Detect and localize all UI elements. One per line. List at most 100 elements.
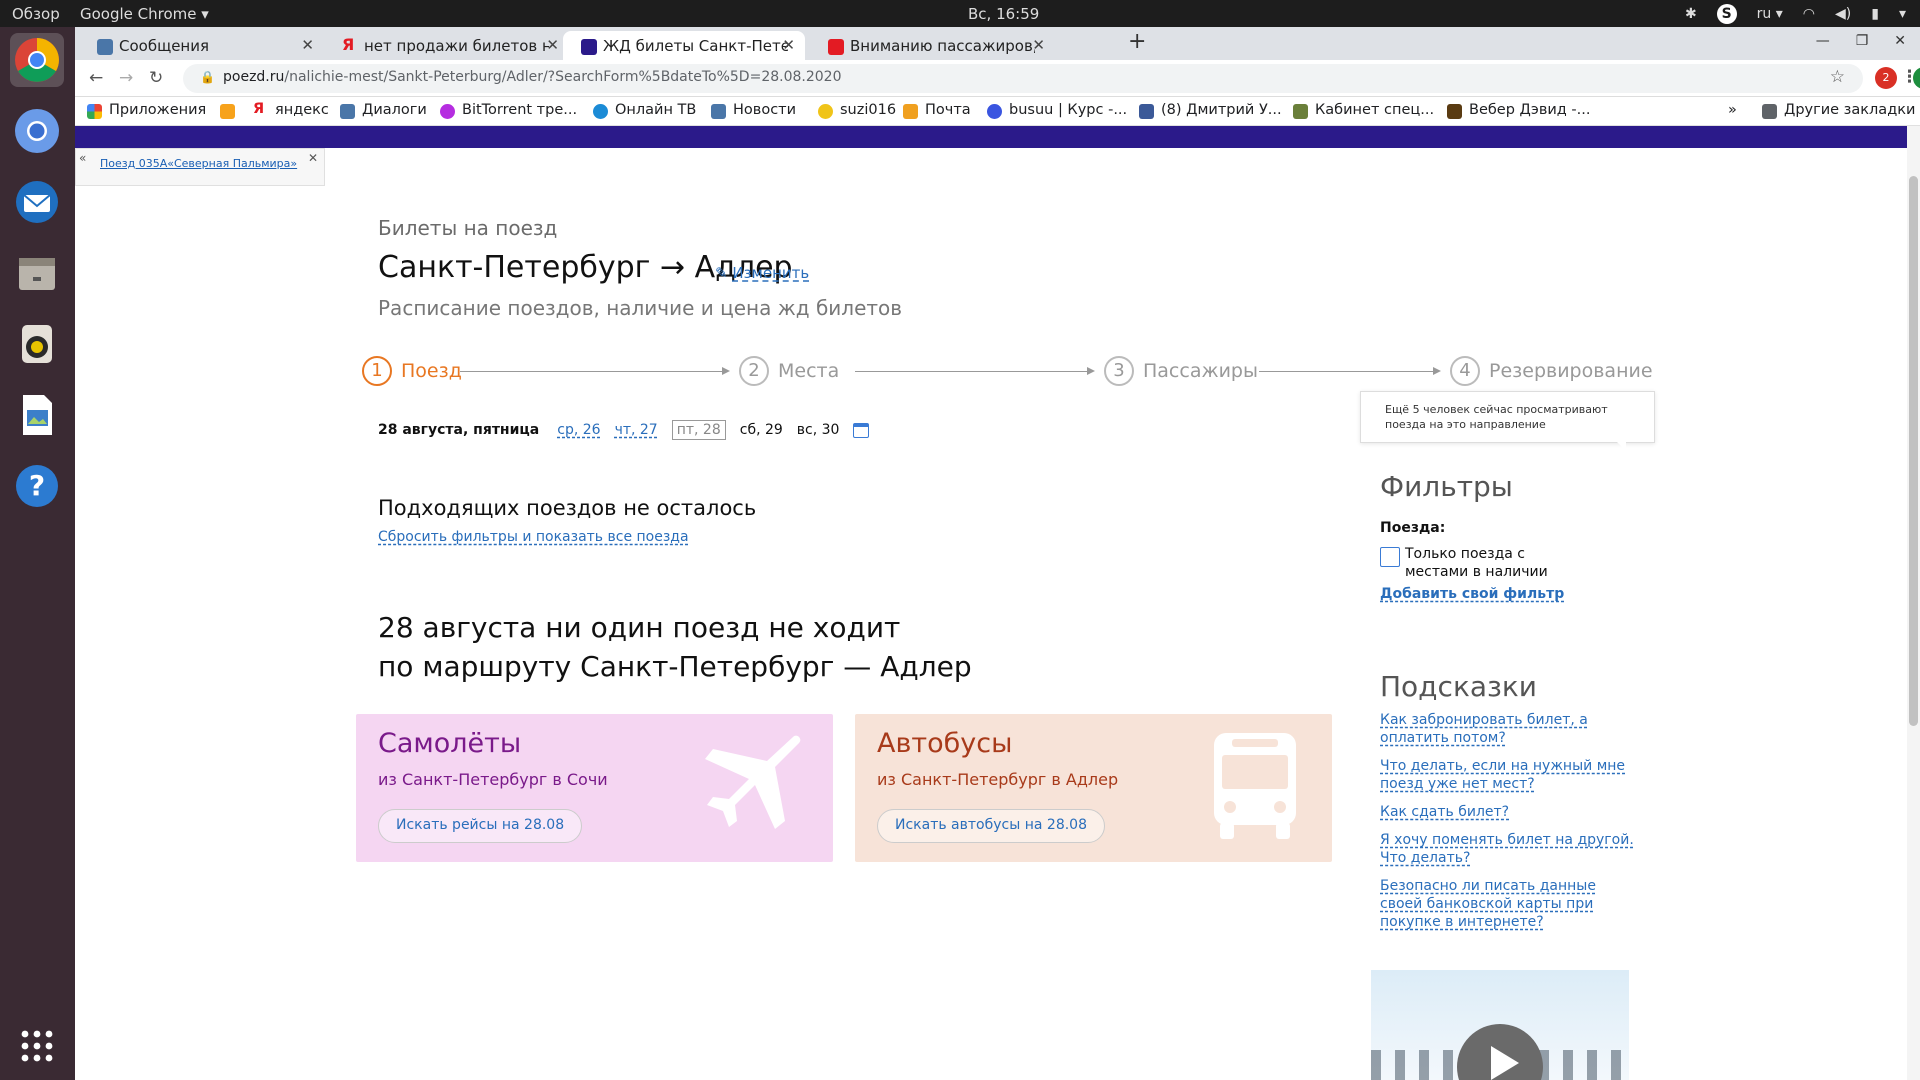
close-tab-icon[interactable]: ✕: [1032, 36, 1045, 54]
other-bookmarks[interactable]: Другие закладки: [1762, 102, 1915, 119]
system-tray: ✱ S ru ▾ ◠ ◀) ▮ ▾: [1685, 4, 1906, 24]
no-trains-line-2: по маршруту Санкт-Петербург — Адлер: [378, 650, 972, 683]
bookmark-news[interactable]: Новости: [711, 102, 796, 119]
vk-icon: [340, 104, 355, 119]
tab-title: Вниманию пассажиров,: [850, 37, 1035, 55]
close-panel-icon[interactable]: ✕: [308, 151, 318, 165]
files-launcher-icon[interactable]: [10, 246, 64, 300]
current-date: 28 августа, пятница: [378, 422, 540, 438]
no-trains-line-1: 28 августа ни один поезд не ходит: [378, 611, 901, 644]
step-train: 1 Поезд: [362, 356, 462, 386]
lock-icon: 🔒: [200, 70, 215, 84]
add-filter-link[interactable]: Добавить свой фильтр: [1380, 586, 1564, 602]
address-bar[interactable]: 🔒 poezd.ru/nalichie-mest/Sankt-Peterburg…: [183, 64, 1863, 93]
hint-link[interactable]: Как сдать билет?: [1380, 803, 1640, 821]
cabinet-icon: [1293, 104, 1308, 119]
bookmark-yandex[interactable]: Яяндекс: [253, 101, 329, 118]
buses-title: Автобусы: [877, 728, 1013, 759]
chromium-launcher-icon[interactable]: [10, 104, 64, 158]
close-tab-icon[interactable]: ✕: [782, 36, 795, 54]
page-kicker: Билеты на поезд: [378, 216, 558, 240]
vk-icon: [711, 104, 726, 119]
hints-title: Подсказки: [1380, 670, 1538, 703]
show-applications-icon[interactable]: [10, 1019, 64, 1073]
bookmark-cabinet[interactable]: Кабинет спец...: [1293, 102, 1434, 119]
available-seats-checkbox[interactable]: [1380, 547, 1400, 567]
app-menu[interactable]: Google Chrome ▾: [80, 5, 209, 23]
page-scrollbar[interactable]: [1907, 126, 1920, 1080]
step-number: 3: [1104, 356, 1134, 386]
new-tab-button[interactable]: +: [1128, 29, 1146, 54]
viewers-tooltip: Ещё 5 человек сейчас просматривают поезд…: [1360, 391, 1655, 451]
date-sat-29[interactable]: сб, 29: [740, 422, 783, 438]
clock[interactable]: Вс, 16:59: [968, 5, 1039, 23]
edit-route-button[interactable]: ✎ Изменить: [715, 264, 809, 282]
date-thu-27[interactable]: чт, 27: [615, 422, 658, 438]
minimize-icon[interactable]: —: [1816, 33, 1830, 49]
rhythmbox-launcher-icon[interactable]: [10, 317, 64, 371]
battery-icon[interactable]: ▮: [1871, 6, 1879, 22]
yandex-icon: Я: [342, 35, 355, 54]
bookmark-apps[interactable]: Приложения: [87, 102, 206, 119]
more-bookmarks-button[interactable]: »: [1728, 102, 1737, 118]
suzi-icon: [818, 104, 833, 119]
hint-link[interactable]: Безопасно ли писать данные своей банковс…: [1380, 877, 1640, 931]
language-indicator[interactable]: ru ▾: [1757, 6, 1783, 22]
filters-trains-label: Поезда:: [1380, 520, 1446, 536]
bookmark-mail[interactable]: Почта: [903, 102, 971, 119]
bluetooth-icon[interactable]: ✱: [1685, 6, 1697, 22]
hints-panel: Подсказки Как забронировать билет, а опл…: [1380, 670, 1640, 941]
url-path: /nalichie-mest/Sankt-Peterburg/Adler/?Se…: [284, 69, 842, 85]
tab-rzd[interactable]: Вниманию пассажиров, ✕: [810, 31, 1055, 60]
bookmark-busuu[interactable]: busuu | Курс -...: [987, 102, 1127, 119]
date-wed-26[interactable]: ср, 26: [557, 422, 600, 438]
search-buses-button[interactable]: Искать автобусы на 28.08: [877, 809, 1105, 843]
bookmark-online-tv[interactable]: Онлайн ТВ: [593, 102, 696, 119]
collapse-panel-icon[interactable]: «: [79, 151, 86, 165]
tab-yandex-search[interactable]: Я нет продажи билетов на ✕: [324, 31, 569, 60]
close-window-icon[interactable]: ✕: [1894, 33, 1906, 49]
window-controls: — ❐ ✕: [1816, 33, 1906, 49]
calendar-icon[interactable]: [853, 422, 870, 438]
reload-icon[interactable]: ↻: [149, 68, 163, 88]
step-seats: 2 Места: [739, 356, 839, 386]
forward-icon[interactable]: →: [119, 68, 133, 88]
promo-video[interactable]: [1371, 970, 1629, 1080]
back-icon[interactable]: ←: [89, 68, 103, 88]
reset-filters-link[interactable]: Сбросить фильтры и показать все поезда: [378, 529, 689, 545]
available-seats-label[interactable]: Только поезда с местами в наличии: [1405, 545, 1590, 581]
bookmark-facebook[interactable]: (8) Дмитрий У...: [1139, 102, 1282, 119]
scrollbar-thumb[interactable]: [1909, 176, 1918, 726]
hint-link[interactable]: Как забронировать билет, а оплатить пото…: [1380, 711, 1640, 747]
skype-icon[interactable]: S: [1716, 4, 1737, 24]
maximize-icon[interactable]: ❐: [1856, 33, 1869, 49]
overview-button[interactable]: Обзор: [12, 5, 60, 23]
chrome-menu-icon[interactable]: ⋮: [1901, 67, 1918, 87]
libreoffice-impress-launcher-icon[interactable]: [10, 388, 64, 442]
volume-icon[interactable]: ◀): [1835, 6, 1851, 22]
bookmark-dialogs[interactable]: Диалоги: [340, 102, 427, 119]
adblock-extension-icon[interactable]: 2: [1875, 67, 1897, 89]
tab-title: нет продажи билетов на: [364, 37, 549, 55]
bookmark-star-icon[interactable]: ☆: [1830, 67, 1845, 87]
chrome-launcher-icon[interactable]: [10, 33, 64, 87]
hint-link[interactable]: Что делать, если на нужный мне поезд уже…: [1380, 757, 1640, 793]
booking-steps: 1 Поезд 2 Места 3 Пассажиры 4 Резервирование: [362, 356, 1662, 396]
hint-link[interactable]: Я хочу поменять билет на другой. Что дел…: [1380, 831, 1640, 867]
recent-train-link[interactable]: Поезд 035А«Северная Пальмира»: [100, 157, 297, 170]
close-tab-icon[interactable]: ✕: [546, 36, 559, 54]
step-label: Поезд: [401, 360, 462, 382]
step-arrow: [855, 367, 1095, 375]
help-launcher-icon[interactable]: ?: [10, 459, 64, 513]
close-tab-icon[interactable]: ✕: [301, 36, 314, 54]
bookmark-weber[interactable]: Вебер Дэвид -...: [1447, 102, 1591, 119]
search-flights-button[interactable]: Искать рейсы на 28.08: [378, 809, 583, 843]
wifi-icon[interactable]: ◠: [1803, 6, 1815, 22]
bookmark-bittorrent[interactable]: BitTorrent тре...: [440, 102, 577, 119]
tab-poezd[interactable]: ЖД билеты Санкт-Петербург ✕: [563, 31, 805, 60]
tab-messages[interactable]: Сообщения ✕: [79, 31, 324, 60]
date-sun-30[interactable]: вс, 30: [797, 422, 840, 438]
bookmark-suzi016[interactable]: suzi016: [818, 102, 896, 119]
power-menu-icon[interactable]: ▾: [1899, 6, 1906, 22]
thunderbird-launcher-icon[interactable]: [10, 175, 64, 229]
